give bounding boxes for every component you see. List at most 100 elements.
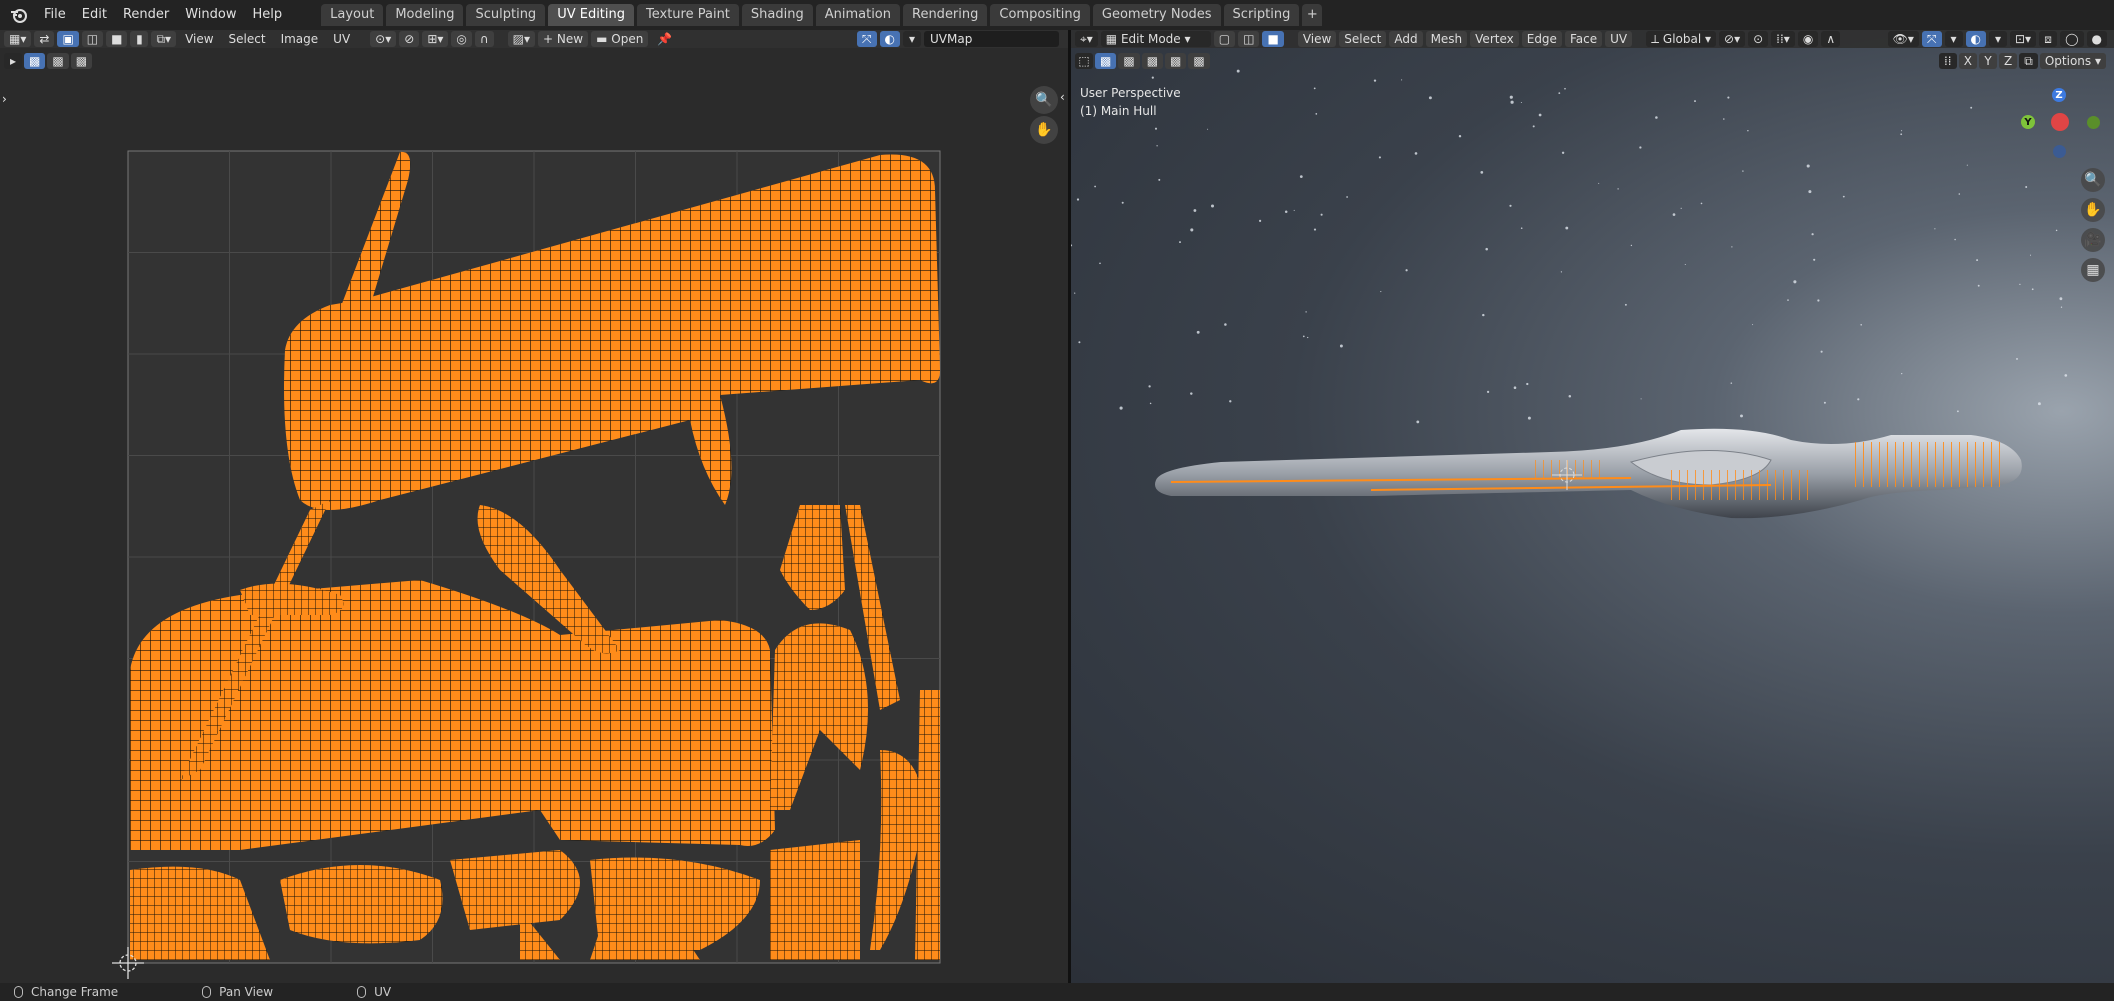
vp-menu-add[interactable]: Add	[1389, 31, 1423, 47]
tab-animation[interactable]: Animation	[815, 4, 900, 26]
face-select-icon[interactable]: ■	[106, 31, 128, 47]
snap-icon[interactable]: ⊘	[399, 31, 420, 47]
vp-menu-uv[interactable]: UV	[1605, 31, 1633, 47]
orientation-selector[interactable]: ⟂ Global ▾	[1646, 31, 1717, 47]
vp-menu-view[interactable]: View	[1297, 31, 1337, 47]
edge-select-icon[interactable]: ◫	[81, 31, 104, 47]
blender-logo-icon[interactable]	[8, 4, 30, 26]
gizmo-dropdown-icon[interactable]: ▾	[1944, 31, 1963, 47]
gizmo-z-axis[interactable]: Z	[2052, 88, 2066, 102]
mirror-icon[interactable]: ⁞⁞	[1938, 53, 1957, 69]
vp-select-subtract-icon[interactable]: ▩	[1141, 53, 1164, 69]
island-select-icon[interactable]: ▮	[130, 31, 149, 47]
pivot-point-icon[interactable]: ⊘▾	[1719, 31, 1746, 47]
snap-settings-icon[interactable]: ⁞⁞▾	[1771, 31, 1795, 47]
tab-scripting[interactable]: Scripting	[1223, 4, 1300, 26]
gizmo-y-axis[interactable]: Y	[2021, 115, 2035, 129]
mode-label: Edit Mode	[1120, 32, 1181, 46]
vertex-select-icon[interactable]: ▣	[57, 31, 79, 47]
vp-zoom-icon[interactable]: 🔍	[2081, 168, 2105, 192]
mouse-middle-icon	[202, 986, 212, 998]
image-browse-icon[interactable]: ▨▾	[507, 31, 536, 47]
vp-select-invert-icon[interactable]: ▩	[1165, 53, 1187, 69]
vp-select-intersect-icon[interactable]: ▩	[1188, 53, 1210, 69]
mesh-overlay-icon[interactable]: ⊡▾	[2010, 31, 2037, 47]
uv-menu-uv[interactable]: UV	[327, 32, 356, 46]
menu-render[interactable]: Render	[115, 4, 177, 26]
status-right-label: UV	[374, 985, 392, 999]
vp-pan-icon[interactable]: ✋	[2081, 198, 2105, 222]
new-image-button[interactable]: + New	[538, 31, 589, 47]
pivot-icon[interactable]: ⊙▾	[370, 31, 397, 47]
sync-selection-icon[interactable]: ⇄	[34, 31, 55, 47]
sticky-mode-icon[interactable]: ⧉▾	[151, 31, 177, 47]
vp-select-new-icon[interactable]: ▩	[1095, 53, 1117, 69]
falloff-curve-icon[interactable]: ∧	[1821, 31, 1841, 47]
menu-help[interactable]: Help	[245, 4, 291, 26]
viewport-overlay-icon[interactable]: ◐	[1965, 31, 1986, 47]
uv-menu-view[interactable]: View	[179, 32, 219, 46]
navigation-gizmo[interactable]: Z Y	[2021, 85, 2101, 165]
uv-canvas[interactable]	[0, 50, 1068, 983]
gizmo-neg-z-axis[interactable]	[2053, 145, 2066, 158]
tab-shading[interactable]: Shading	[741, 4, 813, 26]
gizmo-x-axis[interactable]	[2051, 113, 2069, 131]
camera-view-icon[interactable]: 🎥	[2081, 228, 2105, 252]
vertex-mode-icon[interactable]: ▢	[1213, 31, 1236, 47]
tab-uv-editing[interactable]: UV Editing	[548, 4, 635, 26]
tab-sculpting[interactable]: Sculpting	[466, 4, 546, 26]
gizmo-toggle-icon[interactable]: ⤧	[856, 31, 877, 47]
uv-menu-select[interactable]: Select	[223, 32, 272, 46]
menu-edit[interactable]: Edit	[74, 4, 115, 26]
falloff-icon[interactable]: ∩	[474, 31, 494, 47]
tab-compositing[interactable]: Compositing	[990, 4, 1090, 26]
overlay-dropdown-icon[interactable]: ▾	[903, 31, 921, 47]
menu-window[interactable]: Window	[177, 4, 244, 26]
select-box-icon[interactable]: ⬚	[1075, 53, 1093, 69]
tab-geometry-nodes[interactable]: Geometry Nodes	[1092, 4, 1221, 26]
open-image-button[interactable]: ▬ Open	[591, 31, 649, 47]
overlay-toggle-icon[interactable]: ◐	[879, 31, 900, 47]
uv-map-field[interactable]: UVMap	[924, 31, 1059, 47]
vp-menu-edge[interactable]: Edge	[1521, 31, 1562, 47]
vp-menu-select[interactable]: Select	[1339, 31, 1387, 47]
tab-rendering[interactable]: Rendering	[903, 4, 988, 26]
pin-icon[interactable]: 📌	[651, 32, 678, 46]
overlay-menu-icon[interactable]: ▾	[1989, 31, 2007, 47]
snap-toggle-icon[interactable]: ⊙	[1748, 31, 1769, 47]
shading-wire-icon[interactable]: ◯	[2060, 31, 2084, 47]
add-workspace-button[interactable]: +	[1302, 4, 1323, 26]
vp-menu-face[interactable]: Face	[1564, 31, 1603, 47]
tab-texture-paint[interactable]: Texture Paint	[637, 4, 739, 26]
face-mode-icon[interactable]: ■	[1262, 31, 1284, 47]
mirror-x-button[interactable]: X	[1958, 53, 1978, 69]
proportional-icon[interactable]: ◉	[1797, 31, 1819, 47]
vp-menu-vertex[interactable]: Vertex	[1470, 31, 1519, 47]
uv-menu-image[interactable]: Image	[275, 32, 325, 46]
proportional-edit-icon[interactable]: ◎	[451, 31, 472, 47]
vp-menu-mesh[interactable]: Mesh	[1425, 31, 1468, 47]
snap-target-icon[interactable]: ⊞▾	[422, 31, 449, 47]
ortho-toggle-icon[interactable]: ▦	[2081, 258, 2105, 282]
shading-solid-icon[interactable]: ●	[2086, 31, 2107, 47]
pan-hand-icon[interactable]: ✋	[1030, 116, 1058, 144]
visibility-icon[interactable]: 👁▾	[1887, 31, 1919, 47]
mode-selector[interactable]: ▦ Edit Mode ▾	[1100, 31, 1211, 47]
edge-mode-icon[interactable]: ◫	[1238, 31, 1260, 47]
editor-type-icon[interactable]: ▦▾	[4, 31, 32, 47]
main-hull-mesh[interactable]	[1155, 428, 2022, 519]
tab-modeling[interactable]: Modeling	[386, 4, 464, 26]
region-toggle-icon[interactable]: ‹	[1060, 90, 1065, 104]
gizmo-neg-y-axis[interactable]	[2087, 116, 2100, 129]
viewport-editor-type-icon[interactable]: ⌖▾	[1075, 31, 1098, 47]
mirror-y-button[interactable]: Y	[1979, 53, 1998, 69]
viewport-gizmo-icon[interactable]: ⤧	[1921, 31, 1942, 47]
mirror-z-button[interactable]: Z	[1999, 53, 2018, 69]
menu-file[interactable]: File	[36, 4, 74, 26]
xray-icon[interactable]: ⧈	[2039, 31, 2058, 47]
options-dropdown[interactable]: Options ▾	[2039, 53, 2106, 69]
vp-select-extend-icon[interactable]: ▩	[1118, 53, 1140, 69]
mesh-options-icon[interactable]: ⧉	[2019, 53, 2038, 69]
tab-layout[interactable]: Layout	[321, 4, 384, 26]
zoom-icon[interactable]: 🔍	[1030, 86, 1058, 114]
